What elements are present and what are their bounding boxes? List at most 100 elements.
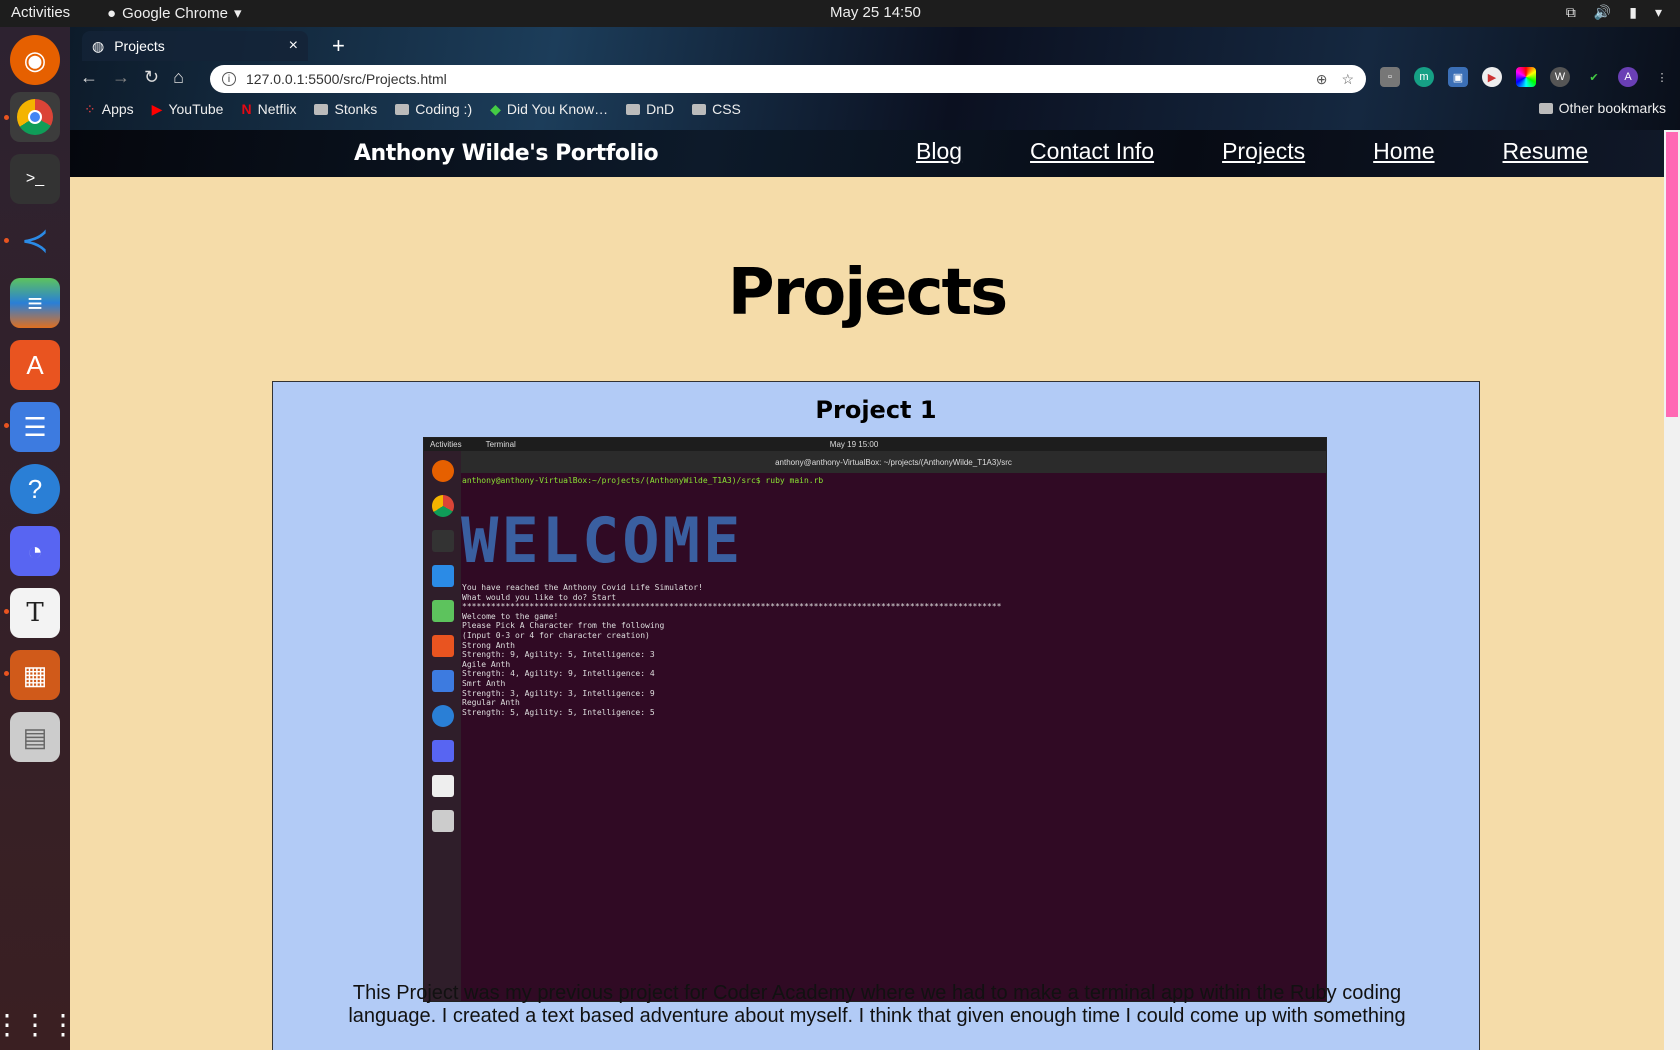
bookmark-coding[interactable]: Coding :) [395, 101, 472, 117]
extension-icon[interactable]: ✔ [1584, 67, 1604, 87]
page-scrollbar[interactable] [1664, 130, 1680, 1050]
scrollbar-thumb[interactable] [1666, 132, 1678, 417]
close-icon[interactable]: × [289, 37, 298, 55]
web-page: Anthony Wilde's Portfolio Blog Contact I… [70, 130, 1664, 1050]
system-top-bar: Activities ● Google Chrome ▾ May 25 14:50 … [0, 0, 1680, 27]
activities-button[interactable]: Activities [11, 4, 70, 21]
firefox-icon [431, 460, 454, 482]
nav-link-resume[interactable]: Resume [1503, 138, 1589, 165]
impress-icon[interactable]: ▦ [10, 650, 60, 700]
app-store-icon[interactable]: A [10, 340, 60, 390]
youtube-icon: ▶ [151, 100, 163, 117]
network-icon: ⧉ [1565, 4, 1576, 20]
help-icon[interactable]: ? [10, 464, 60, 514]
show-apps-icon[interactable]: ⋮⋮⋮ [0, 999, 77, 1049]
files-icon [431, 670, 454, 692]
site-navbar: Anthony Wilde's Portfolio Blog Contact I… [70, 130, 1664, 177]
new-tab-button[interactable]: + [332, 33, 345, 59]
screenshot-window-title: anthony@anthony-VirtualBox: ~/projects/(… [461, 451, 1326, 473]
running-indicator [4, 238, 9, 243]
running-indicator [4, 115, 9, 120]
site-nav-links: Blog Contact Info Projects Home Resume [916, 138, 1656, 165]
bookmark-stonks[interactable]: Stonks [314, 101, 377, 117]
back-icon[interactable]: ← [80, 67, 98, 88]
system-tray[interactable]: ⧉ 🔊 ▮ ▾ [1566, 4, 1662, 21]
apps-grid-icon: ⁘ [84, 100, 96, 117]
screenshot-welcome: WELCOME [461, 504, 744, 577]
reload-icon[interactable]: ↻ [144, 67, 159, 88]
browser-chrome: ◍ Projects × + ← → ↻ ⌂ i 127.0.0.1:5500/src/P… [70, 27, 1680, 130]
extension-icon[interactable]: ▫ [1380, 67, 1400, 87]
chrome-icon: ● [107, 4, 117, 22]
info-icon[interactable]: i [222, 72, 236, 86]
extension-icon[interactable]: ▶ [1482, 67, 1502, 87]
bookmark-netflix[interactable]: N Netflix [241, 101, 296, 117]
bookmarks-bar: ⁘ Apps ▶ YouTube N Netflix Stonks Coding :)… [84, 96, 741, 122]
terminal-icon [431, 530, 454, 552]
app-menu[interactable]: ● Google Chrome ▾ [107, 4, 242, 23]
nav-link-home[interactable]: Home [1373, 138, 1434, 165]
folder-icon [395, 103, 410, 115]
files-icon[interactable]: ☰ [10, 402, 60, 452]
archive-icon [431, 810, 454, 832]
help-icon [431, 705, 454, 727]
folder-icon [692, 103, 707, 115]
project-card: Project 1 Activities Terminal May 19 15:00… [272, 381, 1480, 1050]
screenshot-dock [424, 451, 461, 1001]
running-indicator [4, 609, 9, 614]
archive-icon[interactable]: ▤ [10, 712, 60, 762]
caret-down-icon: ▾ [233, 5, 242, 22]
page-title: Projects [727, 256, 1008, 330]
bookmark-star-icon[interactable]: ☆ [1341, 71, 1354, 88]
nav-link-blog[interactable]: Blog [916, 138, 962, 165]
folder-icon [626, 103, 641, 115]
running-indicator [4, 423, 9, 428]
other-bookmarks[interactable]: Other bookmarks [1538, 100, 1666, 116]
bookmark-css[interactable]: CSS [692, 101, 741, 117]
terminal-icon[interactable]: >_ [10, 154, 60, 204]
firefox-icon[interactable]: ◉ [10, 35, 60, 85]
extensions: ▫ m ▣ ▶ W ✔ A ⋮ [1380, 67, 1672, 87]
vscode-icon [431, 565, 454, 587]
folder-icon [1538, 102, 1553, 114]
extension-icon[interactable]: W [1550, 67, 1570, 87]
screenshot-output: You have reached the Anthony Covid Life … [462, 583, 1002, 717]
extension-icon[interactable]: ▣ [1448, 67, 1468, 87]
extension-icon[interactable]: m [1414, 67, 1434, 87]
app-store-icon [431, 635, 454, 657]
project-title: Project 1 [815, 396, 937, 424]
nav-link-projects[interactable]: Projects [1222, 138, 1305, 165]
netflix-icon: N [241, 101, 252, 117]
layers-icon [431, 600, 454, 622]
zoom-icon[interactable]: ⊕ [1316, 71, 1328, 88]
tab-projects[interactable]: ◍ Projects × [82, 31, 308, 61]
discord-icon[interactable]: ◔ [10, 526, 60, 576]
caret-down-icon: ▾ [1654, 4, 1662, 20]
layers-icon[interactable]: ≡ [10, 278, 60, 328]
site-brand[interactable]: Anthony Wilde's Portfolio [354, 141, 659, 166]
chrome-icon [431, 495, 454, 517]
project-screenshot: Activities Terminal May 19 15:00 anthony@a… [423, 437, 1327, 1002]
avatar[interactable]: A [1618, 67, 1638, 87]
address-bar[interactable]: i 127.0.0.1:5500/src/Projects.html ⊕ ☆ [210, 65, 1366, 93]
bookmark-dnd[interactable]: DnD [626, 101, 674, 117]
folder-icon [314, 103, 329, 115]
battery-icon: ▮ [1629, 4, 1637, 20]
globe-icon: ◍ [92, 37, 105, 54]
nav-link-contact[interactable]: Contact Info [1030, 138, 1154, 165]
clock[interactable]: May 25 14:50 [830, 4, 921, 21]
vscode-icon[interactable]: ≺ [10, 216, 60, 266]
screenshot-prompt: anthony@anthony-VirtualBox:~/projects/(A… [462, 476, 824, 485]
bookmark-apps[interactable]: ⁘ Apps [84, 101, 134, 118]
typora-icon[interactable]: T [10, 588, 60, 638]
url-text[interactable]: 127.0.0.1:5500/src/Projects.html [246, 71, 447, 87]
extension-icon[interactable] [1516, 67, 1536, 87]
home-icon[interactable]: ⌂ [173, 67, 184, 88]
chrome-icon[interactable] [10, 92, 60, 142]
running-indicator [4, 671, 9, 676]
menu-icon[interactable]: ⋮ [1652, 67, 1672, 87]
dock: ◉ >_ ≺ ≡ A ☰ ? ◔ T ▦ ▤ ⋮⋮⋮ [0, 27, 77, 1050]
forward-icon[interactable]: → [112, 67, 130, 88]
bookmark-youtube[interactable]: ▶ YouTube [152, 101, 224, 118]
bookmark-did-you-know[interactable]: ◆ Did You Know… [490, 101, 608, 118]
